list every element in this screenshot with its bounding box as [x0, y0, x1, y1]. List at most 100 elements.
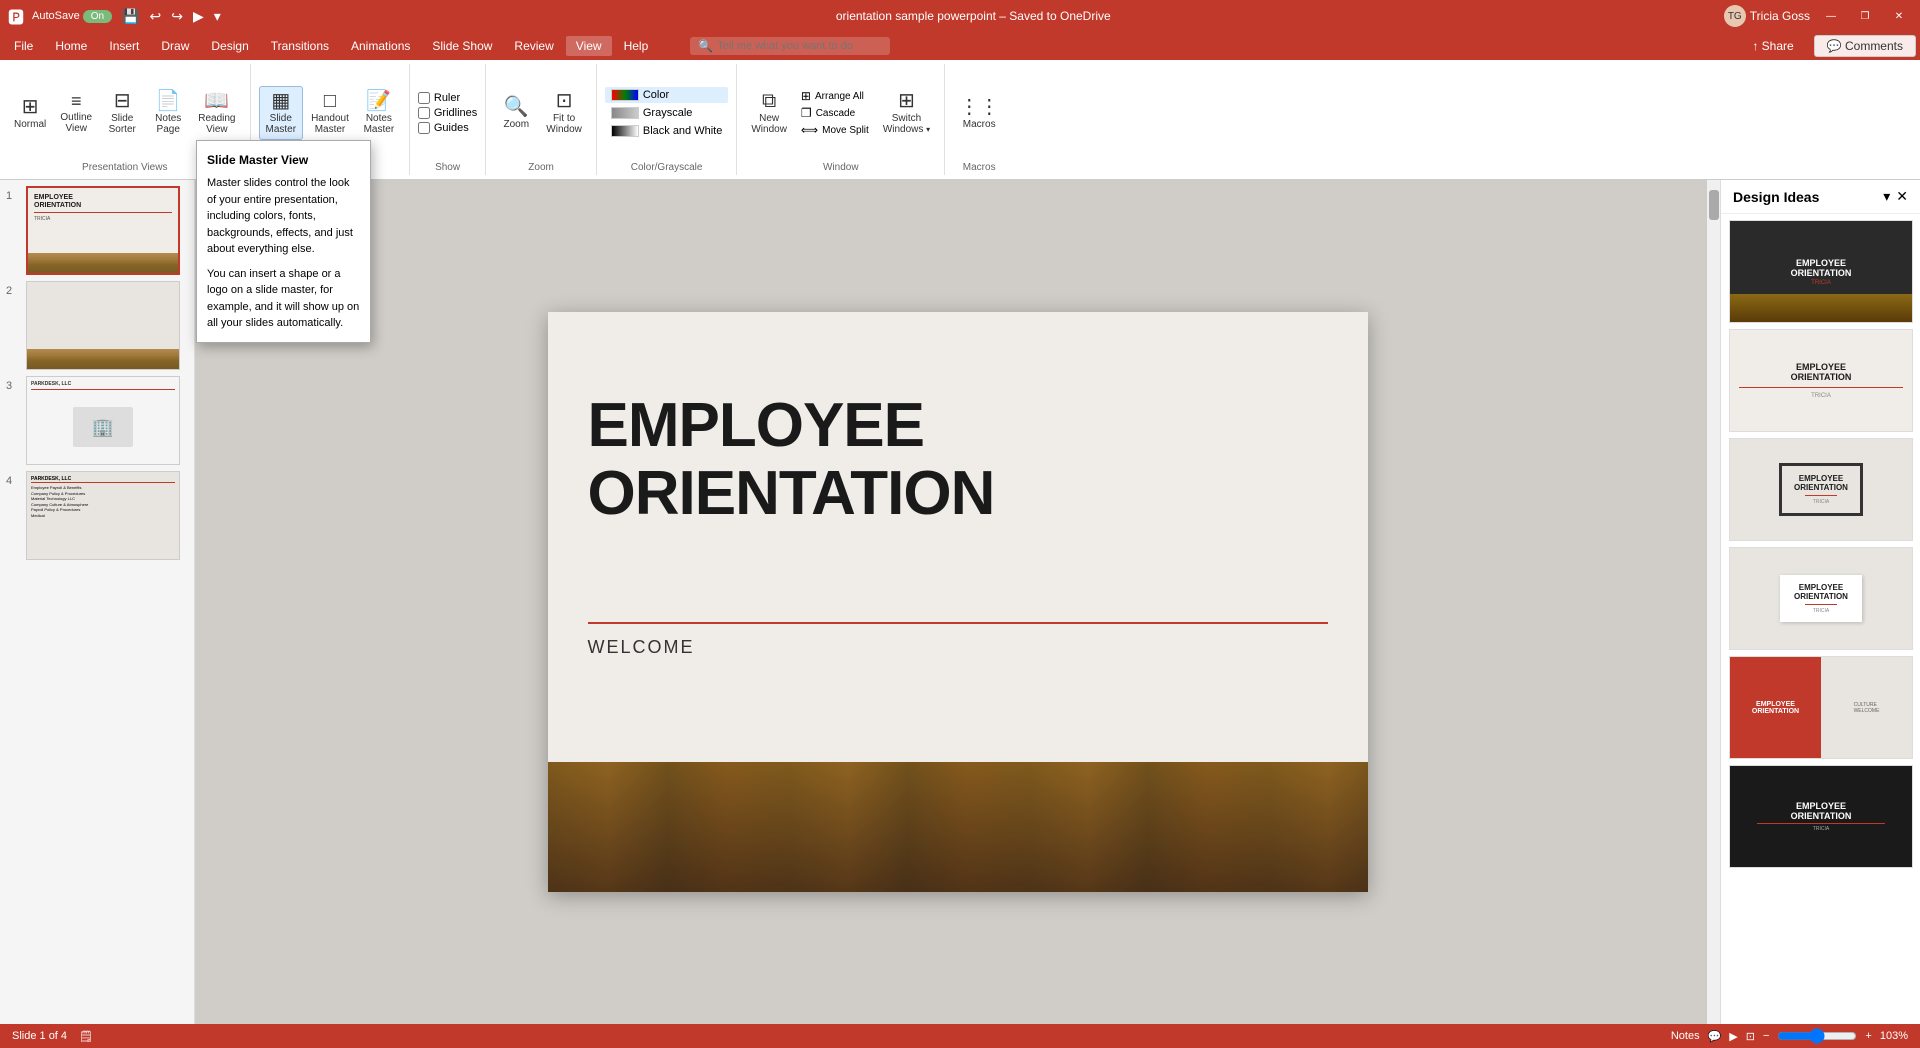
bw-swatch: [611, 125, 639, 137]
slide-thumbnail-3[interactable]: 3 PARKDESK, LLC 🏢: [6, 376, 188, 465]
user-area[interactable]: TG Tricia Goss: [1724, 5, 1810, 27]
restore-button[interactable]: ❐: [1852, 6, 1878, 26]
search-input[interactable]: [717, 40, 882, 52]
design-panel-close[interactable]: ✕: [1896, 188, 1908, 205]
guides-checkbox-label[interactable]: Guides: [418, 122, 477, 134]
slide-thumbnail-1[interactable]: 1 EMPLOYEEORIENTATION TRICIA: [6, 186, 188, 275]
notes-master-icon: 📝: [366, 91, 391, 111]
switch-windows-label: SwitchWindows ▾: [883, 113, 930, 135]
tooltip-line1: Master slides control the look of your e…: [207, 175, 360, 258]
ribbon-group-zoom: 🔍 Zoom ⊡ Fit toWindow Zoom: [486, 64, 597, 175]
slide-sorter-button[interactable]: ⊟ SlideSorter: [100, 87, 144, 139]
zoom-label: Zoom: [528, 162, 554, 173]
guides-label: Guides: [434, 122, 469, 134]
move-split-button[interactable]: ⟺ Move Split: [795, 122, 875, 138]
zoom-in-icon[interactable]: +: [1865, 1030, 1871, 1042]
autosave-label: AutoSave: [32, 10, 80, 22]
vertical-scrollbar[interactable]: [1706, 180, 1720, 1024]
macros-button[interactable]: ⋮⋮ Macros: [953, 93, 1005, 134]
slide2-wood: [27, 349, 179, 369]
design-thumb-2[interactable]: EMPLOYEEORIENTATION TRICIA: [1729, 329, 1912, 432]
qa-more-button[interactable]: ▾: [212, 6, 223, 27]
gridlines-checkbox-label[interactable]: Gridlines: [418, 107, 477, 119]
tooltip-line2: You can insert a shape or a logo on a sl…: [207, 266, 360, 332]
color-option-grayscale[interactable]: Grayscale: [605, 105, 728, 121]
share-button[interactable]: ↑ Share: [1740, 36, 1805, 56]
ruler-checkbox[interactable]: [418, 92, 430, 104]
notes-page-icon: 📄: [156, 91, 181, 111]
reading-view-label: ReadingView: [198, 113, 235, 135]
autosave-toggle[interactable]: AutoSave On: [30, 8, 114, 25]
ruler-checkbox-label[interactable]: Ruler: [418, 92, 477, 104]
reading-view-button[interactable]: 📖 ReadingView: [192, 87, 241, 139]
design-thumb-4[interactable]: EMPLOYEEORIENTATION TRICIA: [1729, 547, 1912, 650]
save-button[interactable]: 💾: [120, 6, 141, 27]
macros-label: Macros: [963, 119, 996, 130]
window-title: orientation sample powerpoint – Saved to…: [836, 9, 1111, 23]
design-thumb-5[interactable]: EMPLOYEEORIENTATION CULTUREWELCOME: [1729, 656, 1912, 759]
slide-num-2: 2: [6, 281, 20, 297]
color-option-bw[interactable]: Black and White: [605, 123, 728, 139]
notes-master-button[interactable]: 📝 NotesMaster: [357, 87, 401, 139]
grayscale-swatch: [611, 107, 639, 119]
notes-page-button[interactable]: 📄 NotesPage: [146, 87, 190, 139]
ruler-label: Ruler: [434, 92, 460, 104]
design-panel-dropdown[interactable]: ▾: [1883, 188, 1890, 205]
menu-slideshow[interactable]: Slide Show: [422, 36, 502, 56]
zoom-button[interactable]: 🔍 Zoom: [494, 93, 538, 134]
normal-view-button[interactable]: ⊞ Normal: [8, 93, 52, 134]
slide-master-button[interactable]: ▦ SlideMaster: [259, 86, 304, 140]
fit-to-window-icon: ⊡: [556, 91, 573, 111]
slide-num-3: 3: [6, 376, 20, 392]
menu-transitions[interactable]: Transitions: [261, 36, 339, 56]
menu-review[interactable]: Review: [504, 36, 563, 56]
menu-file[interactable]: File: [4, 36, 43, 56]
arrange-all-label: Arrange All: [815, 91, 864, 102]
handout-master-button[interactable]: □ HandoutMaster: [305, 87, 355, 139]
fit-to-window-button[interactable]: ⊡ Fit toWindow: [540, 87, 588, 139]
design-thumb-3[interactable]: EMPLOYEEORIENTATION TRICIA: [1729, 438, 1912, 541]
grayscale-label: Grayscale: [643, 107, 693, 119]
slide-thumbnail-2[interactable]: 2: [6, 281, 188, 370]
slide-thumb-img-1: EMPLOYEEORIENTATION TRICIA: [26, 186, 180, 275]
notes-label[interactable]: Notes: [1671, 1030, 1700, 1042]
zoom-slider[interactable]: [1777, 1028, 1857, 1044]
cascade-button[interactable]: ❐ Cascade: [795, 105, 875, 121]
gridlines-checkbox[interactable]: [418, 107, 430, 119]
close-button[interactable]: ✕: [1886, 6, 1912, 26]
menu-home[interactable]: Home: [45, 36, 97, 56]
outline-view-button[interactable]: ≡ OutlineView: [54, 88, 98, 138]
status-bar-left: Slide 1 of 4 🗒: [12, 1030, 93, 1043]
minimize-button[interactable]: —: [1818, 6, 1844, 26]
scrollbar-thumb[interactable]: [1709, 190, 1719, 220]
zoom-out-icon[interactable]: −: [1763, 1030, 1769, 1042]
menu-draw[interactable]: Draw: [151, 36, 199, 56]
design4-line: [1805, 604, 1837, 605]
redo-button[interactable]: ↪: [169, 6, 185, 27]
present-button[interactable]: ▶: [191, 6, 206, 27]
menu-design[interactable]: Design: [201, 36, 258, 56]
new-window-button[interactable]: ⧉ NewWindow: [745, 87, 793, 139]
design2-line: [1739, 387, 1903, 388]
color-option-color[interactable]: Color: [605, 87, 728, 103]
fit-view-icon[interactable]: ⊡: [1746, 1030, 1755, 1043]
switch-windows-button[interactable]: ⊞ SwitchWindows ▾: [877, 87, 936, 139]
status-bar-right: Notes 💬 ▶ ⊡ − + 103%: [1671, 1028, 1908, 1044]
undo-button[interactable]: ↩: [148, 6, 164, 27]
menu-animations[interactable]: Animations: [341, 36, 420, 56]
design3-subtitle: TRICIA: [1794, 499, 1848, 505]
comments-status-icon[interactable]: 💬: [1708, 1030, 1722, 1043]
slideshow-icon[interactable]: ▶: [1729, 1030, 1737, 1043]
guides-checkbox[interactable]: [418, 122, 430, 134]
menu-help[interactable]: Help: [614, 36, 659, 56]
menu-insert[interactable]: Insert: [99, 36, 149, 56]
main-slide-title: EMPLOYEEORIENTATION: [588, 392, 1328, 528]
design-thumb-6[interactable]: EMPLOYEEORIENTATION TRICIA: [1729, 765, 1912, 868]
design-thumb-img-6: EMPLOYEEORIENTATION TRICIA: [1729, 765, 1913, 868]
slide-thumbnail-4[interactable]: 4 PARKDESK, LLC Employee Payroll & Benef…: [6, 471, 188, 560]
arrange-all-button[interactable]: ⊞ Arrange All: [795, 88, 875, 104]
comments-button[interactable]: 💬 Comments: [1814, 35, 1916, 57]
design3-line: [1805, 495, 1837, 496]
menu-view[interactable]: View: [566, 36, 612, 56]
design-thumb-1[interactable]: EMPLOYEEORIENTATION TRICIA: [1729, 220, 1912, 323]
